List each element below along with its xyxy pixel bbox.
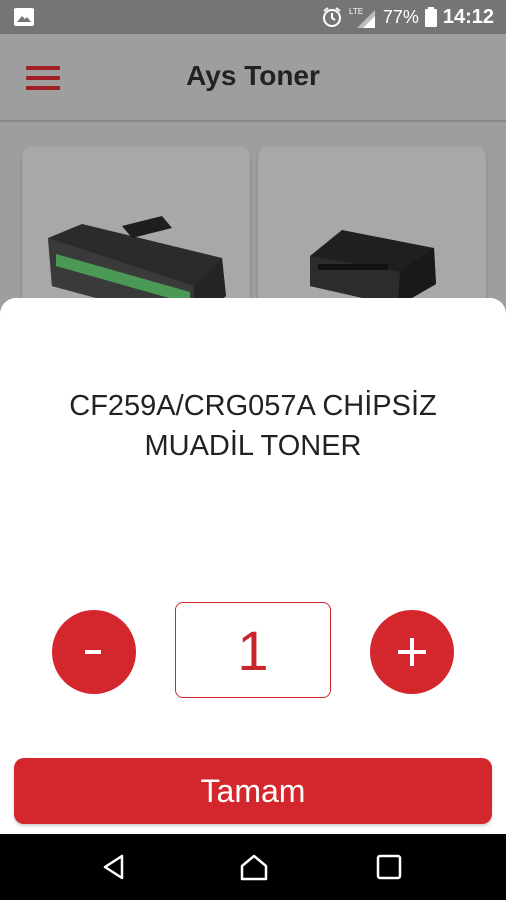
image-icon [14, 8, 34, 26]
status-icons: LTE 77% 14:12 [321, 0, 494, 34]
battery-icon [424, 7, 437, 27]
toner-cartridge-image [310, 230, 436, 306]
product-name: CF259A/CRG057A CHİPSİZ MUADİL TONER [69, 390, 437, 462]
minus-icon [85, 650, 101, 654]
home-icon[interactable] [239, 853, 269, 881]
clock: 14:12 [442, 5, 494, 28]
alarm-icon [322, 7, 341, 27]
recents-icon[interactable] [376, 853, 402, 881]
confirm-button[interactable]: Tamam [14, 758, 492, 824]
increment-button[interactable] [370, 610, 454, 694]
quantity-dialog: CF259A/CRG057A CHİPSİZ MUADİL TONER 1 Ta… [0, 298, 506, 834]
app-title: Ays Toner [186, 60, 320, 91]
status-bar: LTE 77% 14:12 [0, 0, 506, 34]
decrement-button[interactable] [52, 610, 136, 694]
battery-percent: 77% [382, 6, 419, 27]
network-label: LTE [349, 7, 363, 16]
back-icon[interactable] [102, 853, 126, 881]
signal-icon: LTE [349, 7, 375, 28]
product-grid [0, 122, 506, 346]
quantity-field[interactable]: 1 [175, 602, 331, 698]
app-bar: Ays Toner [0, 34, 506, 122]
navigation-bar [0, 834, 506, 900]
toner-cartridge-image [48, 216, 226, 322]
plus-icon [398, 638, 426, 666]
